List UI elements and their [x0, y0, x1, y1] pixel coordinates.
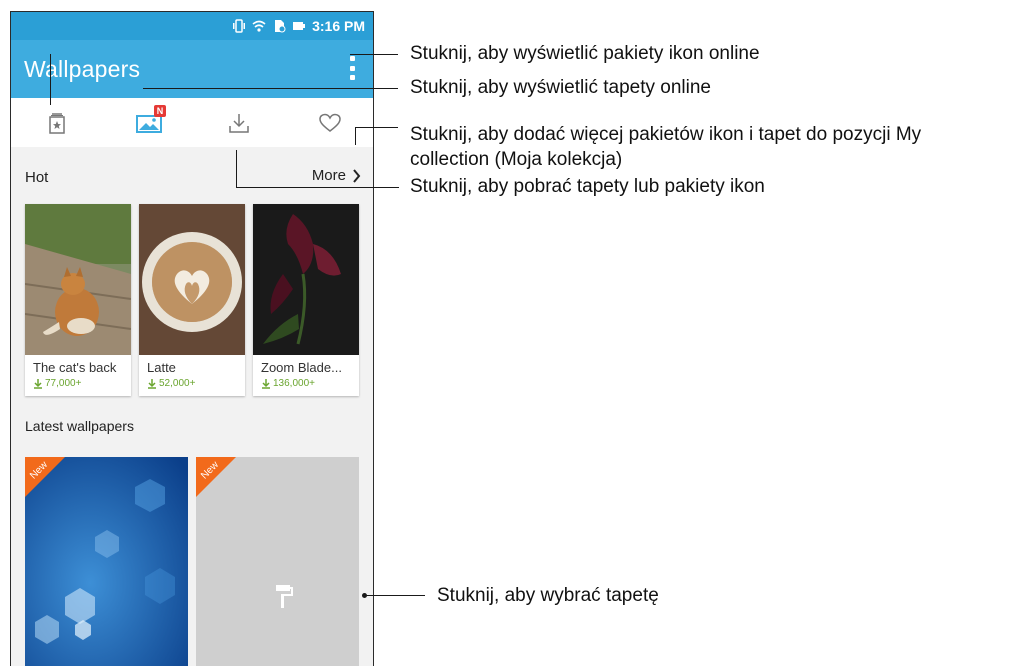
sim-icon — [275, 20, 286, 33]
download-count-value: 52,000+ — [159, 378, 196, 389]
app-bar: Wallpapers — [11, 40, 373, 98]
callout-select: Stuknij, aby wybrać tapetę — [437, 585, 659, 606]
tab-wallpapers[interactable]: N — [102, 98, 193, 147]
app-title: Wallpapers — [24, 56, 141, 82]
wifi-icon — [252, 20, 266, 32]
callout-line-download — [236, 187, 399, 188]
download-count: 52,000+ — [147, 378, 195, 389]
status-time: 3:16 PM — [312, 18, 365, 34]
latest-wallpaper-card[interactable]: New — [25, 457, 188, 666]
tab-downloads[interactable] — [193, 98, 284, 147]
paint-roller-placeholder — [196, 457, 359, 666]
download-count-value: 77,000+ — [45, 378, 82, 389]
new-badge: N — [154, 105, 166, 117]
callout-line-select — [365, 595, 425, 596]
status-bar: 3:16 PM — [11, 12, 373, 40]
latest-wallpaper-card[interactable]: New — [196, 457, 359, 666]
wallpaper-name: Latte — [147, 360, 176, 375]
bokeh-wallpaper-thumbnail — [25, 457, 188, 666]
callout-line-collection — [355, 127, 398, 128]
latte-wallpaper-thumbnail — [139, 204, 245, 355]
callout-line-icon-packs-vertical — [50, 54, 51, 105]
hot-wallpaper-list: The cat's back 77,000+ Latte 52,000+ Zoo… — [25, 204, 359, 396]
flower-wallpaper-thumbnail — [253, 204, 359, 355]
download-count: 77,000+ — [33, 378, 81, 389]
hot-wallpaper-card[interactable]: Latte 52,000+ — [139, 204, 245, 396]
callout-line-icon-packs — [350, 54, 398, 55]
download-count-icon — [34, 378, 42, 389]
download-count-icon — [262, 378, 270, 389]
callout-wallpapers: Stuknij, aby wyświetlić tapety online — [410, 77, 711, 98]
more-button[interactable]: More — [312, 167, 361, 184]
phone-screen: 3:16 PM Wallpapers N Hot More The cat's … — [10, 11, 374, 666]
callout-line-wallpapers — [143, 88, 398, 89]
cat-wallpaper-thumbnail — [25, 204, 131, 355]
more-label: More — [311, 167, 346, 184]
callout-download: Stuknij, aby pobrać tapety lub pakiety i… — [410, 176, 765, 197]
hot-section-header: Hot More — [11, 156, 373, 198]
hot-wallpaper-card[interactable]: Zoom Blade... 136,000+ — [253, 204, 359, 396]
vibrate-icon — [233, 19, 246, 33]
tab-bar: N — [11, 98, 373, 147]
wallpaper-name: Zoom Blade... — [261, 360, 342, 375]
download-icon — [228, 113, 249, 133]
tab-icon-packs[interactable] — [11, 98, 102, 147]
callout-collection-line2: collection (Moja kolekcja) — [410, 149, 623, 170]
callout-line-collection-vertical — [355, 127, 356, 145]
hot-title: Hot — [25, 169, 49, 186]
battery-icon — [293, 22, 306, 30]
callout-line-download-vertical — [236, 150, 237, 188]
chevron-right-icon — [353, 168, 361, 183]
tab-my-collection[interactable] — [284, 98, 373, 147]
download-count: 136,000+ — [261, 378, 315, 389]
heart-icon — [318, 113, 341, 132]
latest-wallpapers-title: Latest wallpapers — [25, 418, 134, 434]
download-count-value: 136,000+ — [273, 378, 315, 389]
icon-pack-icon — [48, 112, 65, 134]
hot-wallpaper-card[interactable]: The cat's back 77,000+ — [25, 204, 131, 396]
wallpaper-name: The cat's back — [33, 360, 117, 375]
overflow-menu-icon[interactable] — [347, 56, 357, 80]
callout-icon-packs: Stuknij, aby wyświetlić pakiety ikon onl… — [410, 43, 760, 64]
download-count-icon — [148, 378, 156, 389]
callout-collection-line1: Stuknij, aby dodać więcej pakietów ikon … — [410, 124, 922, 145]
